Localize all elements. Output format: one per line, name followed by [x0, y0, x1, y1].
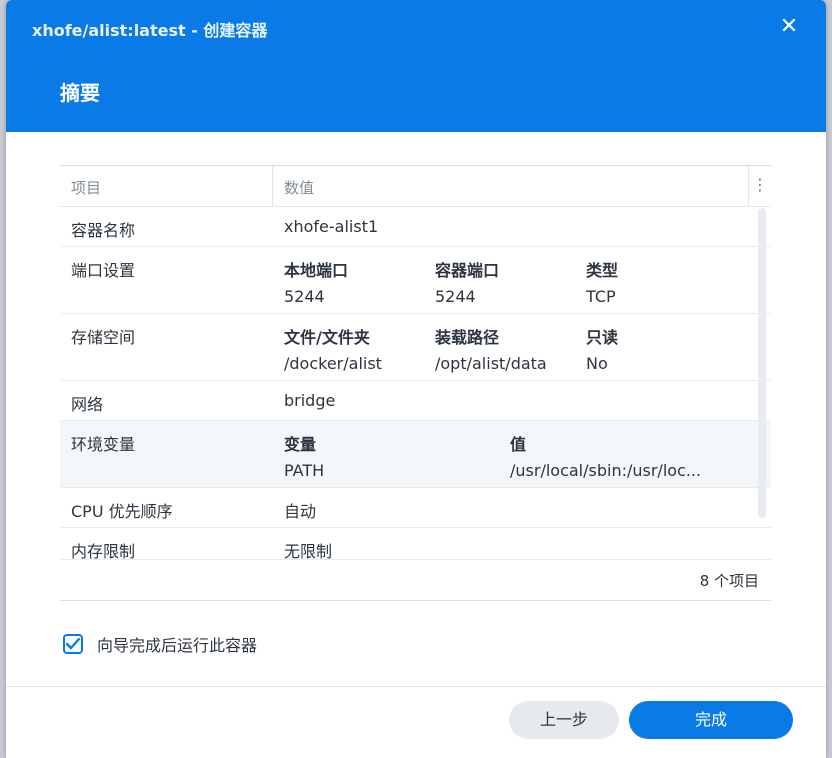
sub-header: 文件/文件夹	[284, 328, 370, 347]
checkmark-icon	[66, 638, 80, 650]
row-value: xhofe-alist1	[284, 217, 379, 236]
table-scrollbar[interactable]	[758, 208, 766, 518]
sub-header: 容器端口	[435, 261, 500, 280]
table-row[interactable]: 内存限制 无限制	[60, 528, 771, 561]
finish-button[interactable]: 完成	[629, 701, 793, 739]
sub-header: 装载路径	[435, 328, 500, 347]
row-value: bridge	[284, 391, 336, 410]
close-icon[interactable]: ✕	[778, 16, 800, 38]
previous-button[interactable]: 上一步	[509, 701, 619, 739]
sub-value: No	[586, 354, 608, 373]
row-label: CPU 优先顺序	[71, 502, 173, 521]
run-after-wizard-checkbox[interactable]: 向导完成后运行此容器	[63, 632, 257, 656]
sub-column: 容器端口 5244	[435, 257, 499, 306]
window-title: xhofe/alist:latest - 创建容器	[32, 21, 268, 40]
sub-value: /usr/local/sbin:/usr/loc...	[510, 461, 702, 480]
sub-header: 类型	[586, 261, 619, 280]
sub-header: 只读	[586, 328, 619, 347]
footer-divider	[6, 686, 826, 687]
sub-column: 变量 PATH	[284, 431, 324, 480]
sub-value: 5244	[284, 287, 325, 306]
table-row[interactable]: 环境变量 变量 PATH 值 /usr/local/sbin:/usr/loc.…	[60, 421, 771, 488]
table-row[interactable]: 端口设置 本地端口 5244 容器端口 5244 类型 TCP	[60, 247, 771, 314]
row-label: 内存限制	[71, 542, 136, 561]
table-row[interactable]: 存储空间 文件/文件夹 /docker/alist 装载路径 /opt/alis…	[60, 314, 771, 381]
row-label: 环境变量	[71, 435, 136, 454]
sub-value: TCP	[586, 287, 616, 306]
sub-column: 值 /usr/local/sbin:/usr/loc...	[510, 431, 701, 480]
table-row[interactable]: CPU 优先顺序 自动	[60, 488, 771, 528]
column-divider[interactable]	[748, 166, 749, 206]
sub-column: 装载路径 /opt/alist/data	[435, 324, 547, 373]
checkbox-box[interactable]	[63, 634, 83, 654]
sub-header: 值	[510, 435, 527, 454]
sub-column: 本地端口 5244	[284, 257, 348, 306]
page-title: 摘要	[60, 81, 100, 105]
run-after-wizard-label: 向导完成后运行此容器	[97, 636, 258, 655]
dialog-header: xhofe/alist:latest - 创建容器 ✕ 摘要	[6, 0, 826, 132]
create-container-dialog: xhofe/alist:latest - 创建容器 ✕ 摘要 项目 数值 ⋮ 容…	[6, 0, 826, 758]
row-label: 容器名称	[71, 221, 136, 240]
sub-value: /docker/alist	[284, 354, 382, 373]
row-value: 无限制	[284, 542, 333, 561]
sub-value: /opt/alist/data	[435, 354, 547, 373]
table-header: 项目 数值 ⋮	[60, 166, 771, 207]
sub-column: 只读 No	[586, 324, 618, 373]
item-count: 8 个项目	[699, 572, 759, 590]
row-value: 自动	[284, 502, 317, 521]
column-divider[interactable]	[272, 166, 273, 206]
row-label: 网络	[71, 395, 104, 414]
sub-column: 文件/文件夹 /docker/alist	[284, 324, 382, 373]
table-row[interactable]: 容器名称 xhofe-alist1	[60, 207, 771, 247]
summary-table: 项目 数值 ⋮ 容器名称 xhofe-alist1 端口设置 本地端口 5244…	[60, 165, 771, 601]
table-row[interactable]: 网络 bridge	[60, 381, 771, 421]
sub-column: 类型 TCP	[586, 257, 618, 306]
row-label: 存储空间	[71, 328, 136, 347]
sub-value: 5244	[435, 287, 476, 306]
column-header-item[interactable]: 项目	[71, 177, 101, 198]
sub-value: PATH	[284, 461, 325, 480]
row-label: 端口设置	[71, 261, 136, 280]
column-header-value[interactable]: 数值	[284, 177, 314, 198]
sub-header: 变量	[284, 435, 317, 454]
sub-header: 本地端口	[284, 261, 349, 280]
more-vertical-icon[interactable]: ⋮	[751, 175, 769, 194]
